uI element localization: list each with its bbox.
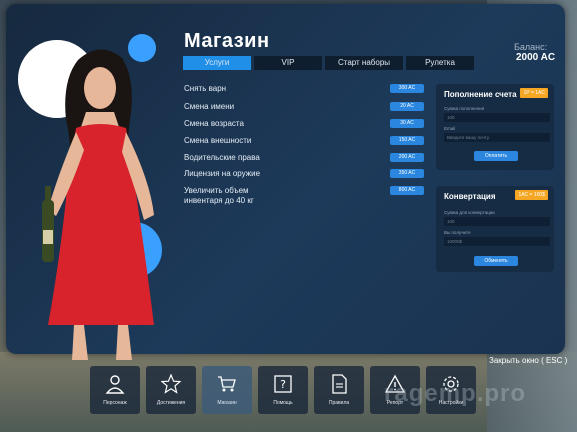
convert-card: Конвертация 1AC = 100$ Сумма для конверт… [436, 186, 554, 272]
convert-rate-badge: 1AC = 100$ [515, 190, 548, 200]
balance-label: Баланс: [514, 42, 548, 52]
service-label: Смена возраста [184, 119, 244, 128]
tab-services[interactable]: Услуги [183, 56, 251, 70]
convert-result-field: 10000$ [444, 237, 550, 246]
dock-achievements[interactable]: Достижения [146, 366, 196, 414]
tab-roulette[interactable]: Рулетка [406, 56, 474, 70]
topup-email-label: Email [444, 126, 456, 131]
topup-title: Пополнение счета [444, 90, 517, 99]
star-icon [161, 374, 181, 394]
service-buy-button[interactable]: 800 AC [390, 186, 424, 195]
document-icon [332, 374, 347, 394]
topup-amount-label: Сумма пополнения [444, 106, 485, 111]
service-label: Снять варн [184, 84, 227, 93]
topup-rate-badge: 1Р = 1AC [520, 88, 548, 98]
convert-amount-label: Сумма для конвертации [444, 210, 495, 215]
watermark: ragemp.pro [384, 380, 527, 407]
dock-shop[interactable]: Магазин [202, 366, 252, 414]
dock-label: Достижения [156, 400, 186, 406]
character-illustration [42, 49, 154, 360]
tab-vip[interactable]: VIP [254, 56, 322, 70]
service-buy-button[interactable]: 20 AC [390, 102, 424, 111]
service-buy-button[interactable]: 30 AC [390, 119, 424, 128]
topup-card: Пополнение счета 1Р = 1AC Сумма пополнен… [436, 84, 554, 170]
dock-label: Правила [328, 400, 350, 406]
pay-button[interactable]: Оплатить [474, 151, 518, 161]
close-window-hint[interactable]: Закрыть окно ( ESC ) [489, 356, 567, 365]
shop-panel: Магазин Баланс: 2000 AC Услуги VIP Старт… [6, 4, 565, 360]
help-icon: ? [274, 375, 292, 393]
dock-label: Магазин [217, 400, 237, 406]
cart-icon [218, 376, 236, 392]
service-label: Смена имени [184, 102, 235, 111]
service-buy-button[interactable]: 150 AC [390, 136, 424, 145]
topup-amount-input[interactable]: 100 [444, 113, 550, 122]
dock-label: Помощь [273, 400, 293, 406]
shop-tabs: Услуги VIP Старт наборы Рулетка [183, 56, 474, 70]
convert-amount-input[interactable]: 100 [444, 217, 550, 226]
dock-rules[interactable]: Правила [314, 366, 364, 414]
page-title: Магазин [184, 30, 270, 52]
service-buy-button[interactable]: 350 AC [390, 169, 424, 178]
service-buy-button[interactable]: 300 AC [390, 84, 424, 93]
service-buy-button[interactable]: 200 AC [390, 153, 424, 162]
balance-value: 2000 AC [516, 52, 556, 63]
topup-email-input[interactable]: Введите вашу почту [444, 133, 550, 142]
service-label: Лицензия на оружие [184, 169, 261, 178]
dock-character[interactable]: Персонаж [90, 366, 140, 414]
exchange-button[interactable]: Обменять [474, 256, 518, 266]
dock-help[interactable]: ? Помощь [258, 366, 308, 414]
service-label: Водительские права [184, 153, 260, 162]
svg-text:?: ? [280, 378, 286, 391]
service-label: Увеличить объем инвентаря до 40 кг [184, 186, 254, 205]
dock-label: Персонаж [103, 400, 127, 406]
convert-result-label: Вы получите [444, 230, 471, 235]
tab-starter-packs[interactable]: Старт наборы [325, 56, 403, 70]
convert-title: Конвертация [444, 192, 496, 201]
user-icon [105, 375, 125, 394]
service-label: Смена внешности [184, 136, 252, 145]
